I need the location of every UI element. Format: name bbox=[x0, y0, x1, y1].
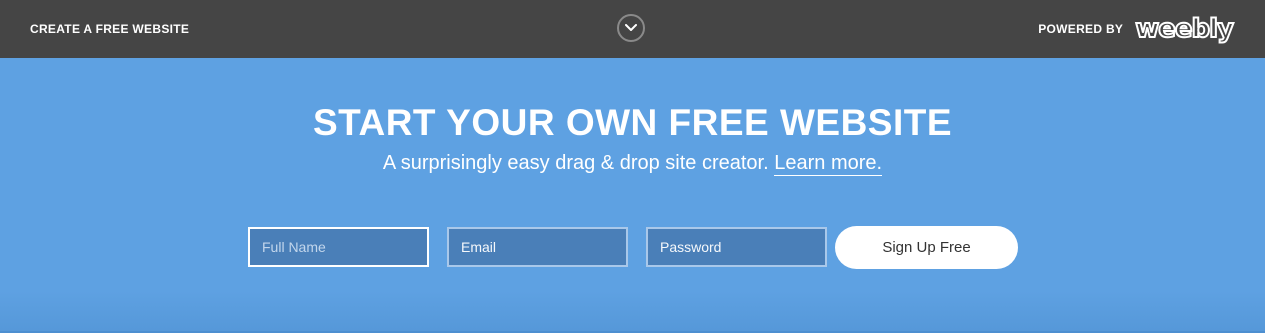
sign-up-free-button[interactable]: Sign Up Free bbox=[835, 226, 1018, 269]
signup-hero: START YOUR OWN FREE WEBSITE A surprising… bbox=[0, 58, 1265, 333]
password-input[interactable] bbox=[646, 227, 827, 267]
create-free-website-link[interactable]: CREATE A FREE WEBSITE bbox=[30, 22, 189, 36]
weebly-logo[interactable]: weebly bbox=[1134, 13, 1235, 45]
powered-by: POWERED BY weebly bbox=[1038, 13, 1235, 45]
top-bar: CREATE A FREE WEBSITE POWERED BY weebly bbox=[0, 0, 1265, 58]
hero-title: START YOUR OWN FREE WEBSITE bbox=[312, 102, 953, 143]
hero-subtitle-text: A surprisingly easy drag & drop site cre… bbox=[382, 152, 775, 174]
hero-bottom-shadow bbox=[0, 291, 1265, 331]
hero-subtitle: A surprisingly easy drag & drop site cre… bbox=[0, 152, 1265, 176]
collapse-toggle-button[interactable] bbox=[617, 14, 645, 42]
email-input[interactable] bbox=[447, 227, 628, 267]
chevron-down-icon bbox=[625, 24, 637, 31]
learn-more-link[interactable]: Learn more. bbox=[774, 152, 883, 176]
full-name-input[interactable] bbox=[248, 227, 429, 267]
powered-by-label: POWERED BY bbox=[1038, 22, 1124, 36]
